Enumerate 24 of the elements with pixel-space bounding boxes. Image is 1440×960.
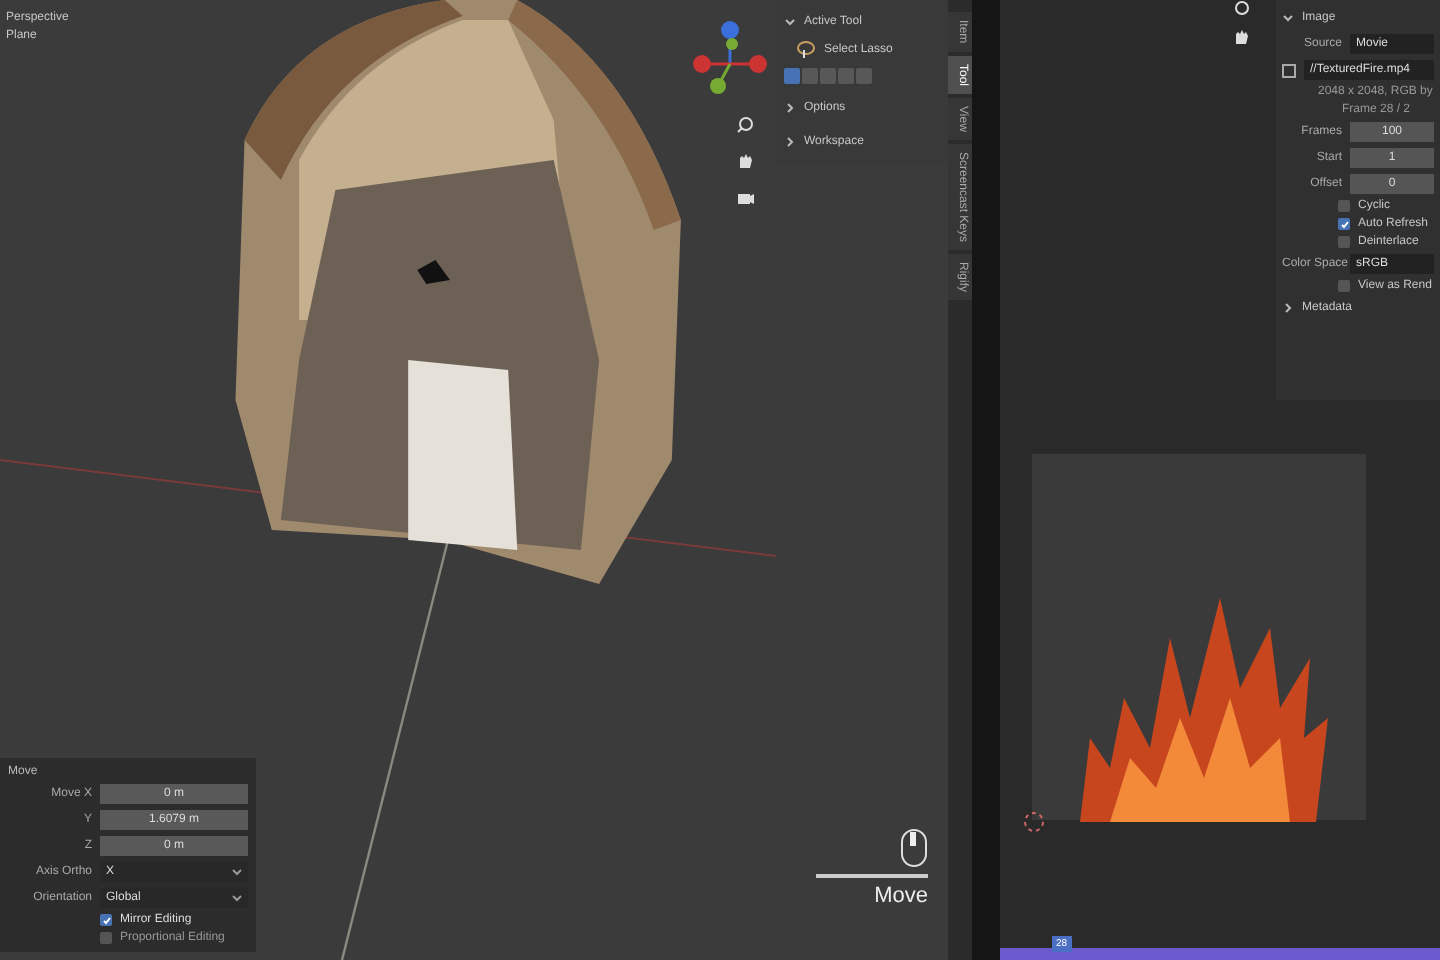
chevron-down-icon [232,868,242,876]
film-icon [1282,63,1296,77]
checkbox[interactable] [1338,236,1350,248]
caret-icon[interactable] [1282,12,1294,24]
chevron-down-icon [232,894,242,902]
caret-icon[interactable] [784,136,796,148]
checkbox[interactable] [1338,218,1350,230]
cursor-icon [1022,810,1046,834]
checkbox[interactable] [1338,280,1350,292]
zoom-icon[interactable] [736,116,754,134]
camera-icon[interactable] [736,188,754,206]
screencast-label: Move [874,884,928,908]
zoom-icon[interactable] [1232,0,1250,18]
caret-icon[interactable] [784,102,796,114]
caret-icon[interactable] [1282,302,1294,314]
hint-underline [816,874,928,878]
checkbox[interactable] [100,914,112,926]
hand-icon[interactable] [1232,28,1250,46]
hand-icon[interactable] [736,152,754,170]
checkbox[interactable] [1338,200,1350,212]
lasso-icon[interactable] [796,40,816,60]
mouse-icon [900,828,928,868]
checkbox[interactable] [100,932,112,944]
caret-icon[interactable] [784,16,796,28]
